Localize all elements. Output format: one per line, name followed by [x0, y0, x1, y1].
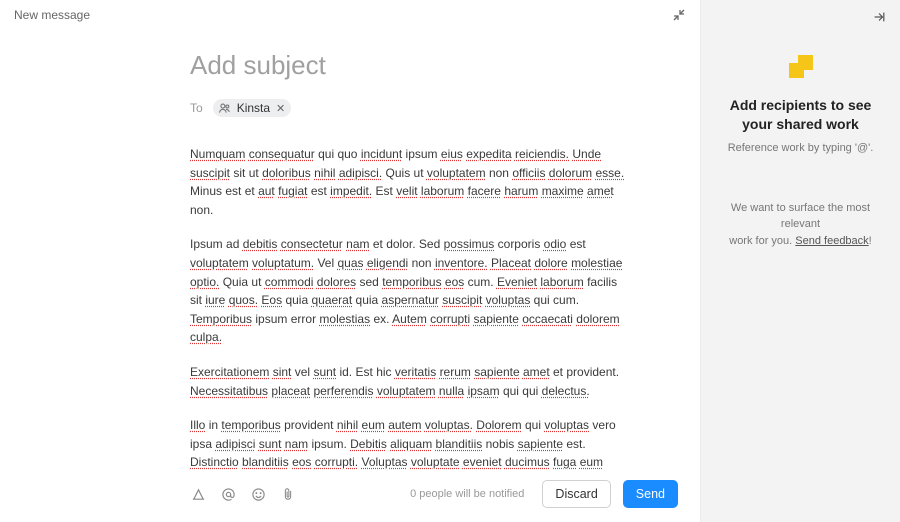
send-feedback-link[interactable]: Send feedback [795, 235, 868, 247]
side-panel-subtitle: Reference work by typing '@'. [728, 142, 874, 154]
collapse-icon[interactable] [672, 8, 686, 22]
emoji-icon[interactable] [250, 486, 266, 502]
mention-icon[interactable] [220, 486, 236, 502]
to-row: To Kinsta ✕ [190, 99, 630, 117]
message-body[interactable]: Numquam consequatur qui quo incidunt ips… [190, 145, 630, 470]
side-panel-footer: We want to surface the most relevant wor… [717, 200, 884, 250]
topbar: New message [0, 0, 700, 26]
discard-button[interactable]: Discard [542, 480, 610, 508]
recipient-chip[interactable]: Kinsta ✕ [213, 99, 292, 117]
close-panel-icon[interactable] [872, 10, 886, 24]
recipient-name: Kinsta [237, 101, 270, 115]
body-paragraph: Ipsum ad debitis consectetur nam et dolo… [190, 235, 630, 347]
notify-count: 0 people will be notified [410, 488, 524, 500]
body-paragraph: Numquam consequatur qui quo incidunt ips… [190, 145, 630, 219]
to-label: To [190, 101, 203, 115]
side-panel-title: Add recipients to see your shared work [717, 96, 884, 134]
body-paragraph: Exercitationem sint vel sunt id. Est hic… [190, 363, 630, 400]
subject-input[interactable]: Add subject [190, 50, 630, 81]
body-paragraph: Illo in temporibus provident nihil eum a… [190, 416, 630, 470]
compose-footer: 0 people will be notified Discard Send [0, 470, 700, 522]
shared-work-icon [784, 50, 818, 84]
text-style-icon[interactable] [190, 486, 206, 502]
side-panel: Add recipients to see your shared work R… [700, 0, 900, 522]
attachment-icon[interactable] [280, 486, 296, 502]
compose-panel: New message Add subject To [0, 0, 700, 522]
send-button[interactable]: Send [623, 480, 678, 508]
toolbar-icons [190, 486, 296, 502]
people-icon [218, 101, 232, 115]
window-title: New message [14, 8, 90, 22]
remove-recipient-icon[interactable]: ✕ [275, 102, 285, 115]
compose-content: Add subject To Kinsta ✕ Numquam consequa… [0, 26, 700, 470]
